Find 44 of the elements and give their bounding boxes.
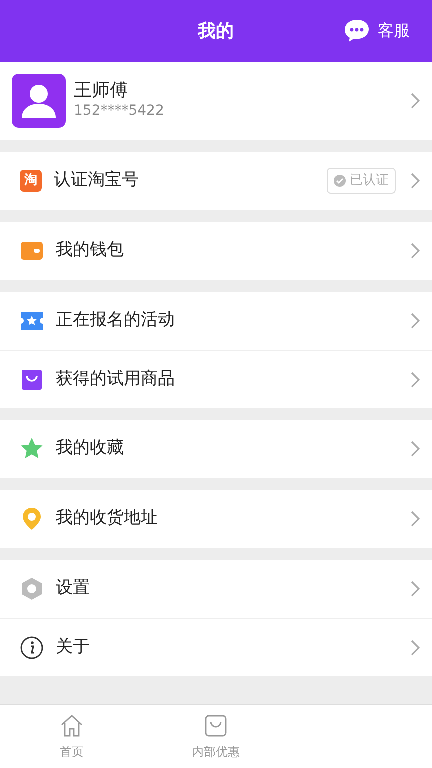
avatar-icon	[12, 74, 66, 128]
menu-row[interactable]: 获得的试用商品	[0, 350, 432, 408]
menu-row[interactable]: 我的钱包	[0, 222, 432, 280]
menu-label: 我的钱包	[56, 239, 125, 262]
customer-service-button[interactable]: 客服	[344, 19, 410, 43]
menu-row[interactable]: 我的收货地址	[0, 490, 432, 548]
chevron-icon	[410, 242, 420, 260]
menu-label: 我的收货地址	[56, 507, 159, 530]
shopping-bag-icon	[20, 368, 44, 392]
menu-row[interactable]: 我的收藏	[0, 420, 432, 478]
chevron-icon	[410, 638, 420, 656]
chevron-icon	[410, 510, 420, 528]
chevron-icon	[410, 172, 420, 190]
star-icon	[20, 437, 44, 461]
menu-row[interactable]: 关于	[0, 618, 432, 676]
user-name: 王师傅	[74, 80, 129, 102]
location-pin-icon	[20, 507, 44, 531]
menu-row[interactable]: 淘 认证淘宝号 已认证	[0, 152, 432, 210]
home-icon	[59, 713, 85, 739]
chat-bubble-icon	[344, 19, 370, 43]
chevron-icon	[410, 370, 420, 388]
menu-label: 我的收藏	[56, 437, 125, 460]
menu-label: 认证淘宝号	[54, 169, 140, 192]
phone-number: 152****5422	[74, 102, 166, 122]
chevron-icon	[410, 312, 420, 330]
menu-label: 设置	[56, 577, 91, 600]
chevron-icon	[410, 92, 420, 110]
menu-label: 正在报名的活动	[56, 309, 176, 332]
check-icon	[334, 175, 346, 187]
shopping-bag-icon	[203, 713, 229, 739]
page-title: 我的	[198, 20, 234, 44]
chevron-icon	[410, 580, 420, 598]
menu-label: 关于	[56, 636, 91, 659]
info-icon	[20, 636, 44, 660]
menu-row[interactable]: 正在报名的活动	[0, 292, 432, 350]
taobao-icon: 淘	[20, 170, 42, 192]
hexagon-icon	[20, 577, 44, 601]
chevron-icon	[410, 440, 420, 458]
menu-label: 获得的试用商品	[56, 368, 176, 391]
wallet-icon	[20, 239, 44, 263]
menu-row[interactable]: 设置	[0, 560, 432, 618]
verified-badge: 已认证	[327, 168, 396, 194]
profile-row[interactable]: 王师傅 152****5422	[0, 62, 432, 140]
ticket-icon	[20, 309, 44, 333]
